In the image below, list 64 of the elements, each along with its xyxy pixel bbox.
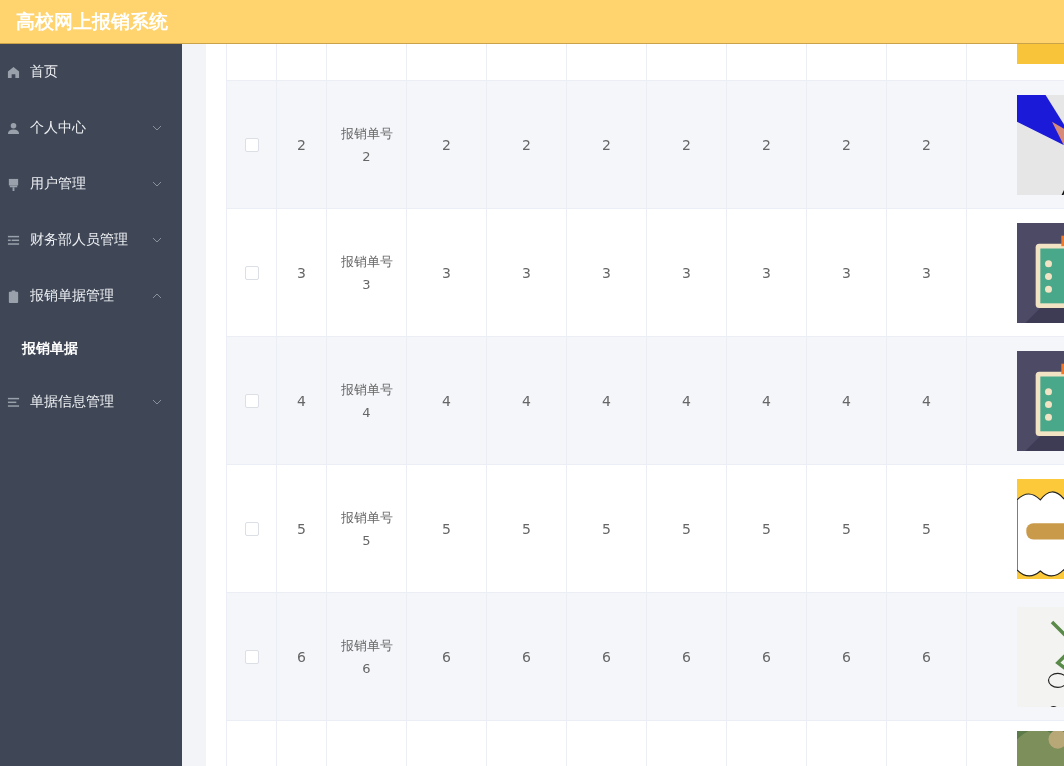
table-cell-text: 报销单号 6 [340, 636, 393, 678]
table-cell: 3 [922, 264, 931, 281]
clipboard-icon [7, 289, 20, 303]
table-cell: 2 [922, 136, 931, 153]
table-cell: 2 [682, 136, 691, 153]
row-checkbox[interactable] [244, 521, 259, 536]
table-cell: 6 [762, 648, 771, 665]
row-index: 2 [297, 136, 306, 153]
table-cell: 6 [602, 648, 611, 665]
submenu-item[interactable]: 报销单据 [0, 324, 182, 374]
table-cell: 3 [762, 264, 771, 281]
row-checkbox[interactable] [244, 649, 259, 664]
table-cell: 6 [842, 648, 851, 665]
menu-item[interactable]: 用户管理 [0, 156, 182, 212]
table-cell: 3 [522, 264, 531, 281]
table-cell: 5 [762, 520, 771, 537]
table-cell: 4 [682, 392, 691, 409]
table-cell: 5 [842, 520, 851, 537]
user-icon [7, 121, 20, 135]
brush-icon [7, 177, 20, 191]
table-cell: 4 [762, 392, 771, 409]
table-cell: 5 [922, 520, 931, 537]
menu-item[interactable]: 报销单据管理 [0, 268, 182, 324]
home-icon [7, 65, 20, 79]
table-cell: 3 [602, 264, 611, 281]
table-cell: 6 [682, 648, 691, 665]
table-cell: 2 [522, 136, 531, 153]
table-cell: 2 [842, 136, 851, 153]
row-index: 3 [297, 264, 306, 281]
table-cell-text: 报销单号 3 [340, 252, 393, 294]
row-index: 6 [297, 648, 306, 665]
list-icon [7, 233, 20, 247]
table-cell: 4 [522, 392, 531, 409]
table-cell: 3 [442, 264, 451, 281]
table-cell-text: 报销单号 2 [340, 124, 393, 166]
table-cell: 5 [442, 520, 451, 537]
menu-item[interactable]: 个人中心 [0, 100, 182, 156]
row-index: 5 [297, 520, 306, 537]
row-checkbox[interactable] [244, 137, 259, 152]
app-title: 高校网上报销系统 [16, 8, 168, 34]
table-cell-text: 报销单号 5 [340, 508, 393, 550]
table-cell: 6 [522, 648, 531, 665]
menu-item[interactable]: 财务部人员管理 [0, 212, 182, 268]
table-cell: 4 [842, 392, 851, 409]
row-checkbox[interactable] [244, 265, 259, 280]
table-cell: 5 [682, 520, 691, 537]
table-cell: 3 [682, 264, 691, 281]
table-cell: 5 [602, 520, 611, 537]
row-checkbox[interactable] [244, 393, 259, 408]
table-cell: 2 [442, 136, 451, 153]
table-cell: 2 [762, 136, 771, 153]
table-cell: 6 [922, 648, 931, 665]
table-cell: 4 [922, 392, 931, 409]
menu-item[interactable]: 首页 [0, 44, 182, 100]
table-cell: 4 [602, 392, 611, 409]
table-cell: 6 [442, 648, 451, 665]
menu-item[interactable]: 单据信息管理 [0, 374, 182, 430]
table-cell-text: 报销单号 4 [340, 380, 393, 422]
menu-icon [7, 395, 20, 409]
table-cell: 3 [842, 264, 851, 281]
row-index: 4 [297, 392, 306, 409]
table-cell: 4 [442, 392, 451, 409]
table-cell: 5 [522, 520, 531, 537]
table-cell: 2 [602, 136, 611, 153]
